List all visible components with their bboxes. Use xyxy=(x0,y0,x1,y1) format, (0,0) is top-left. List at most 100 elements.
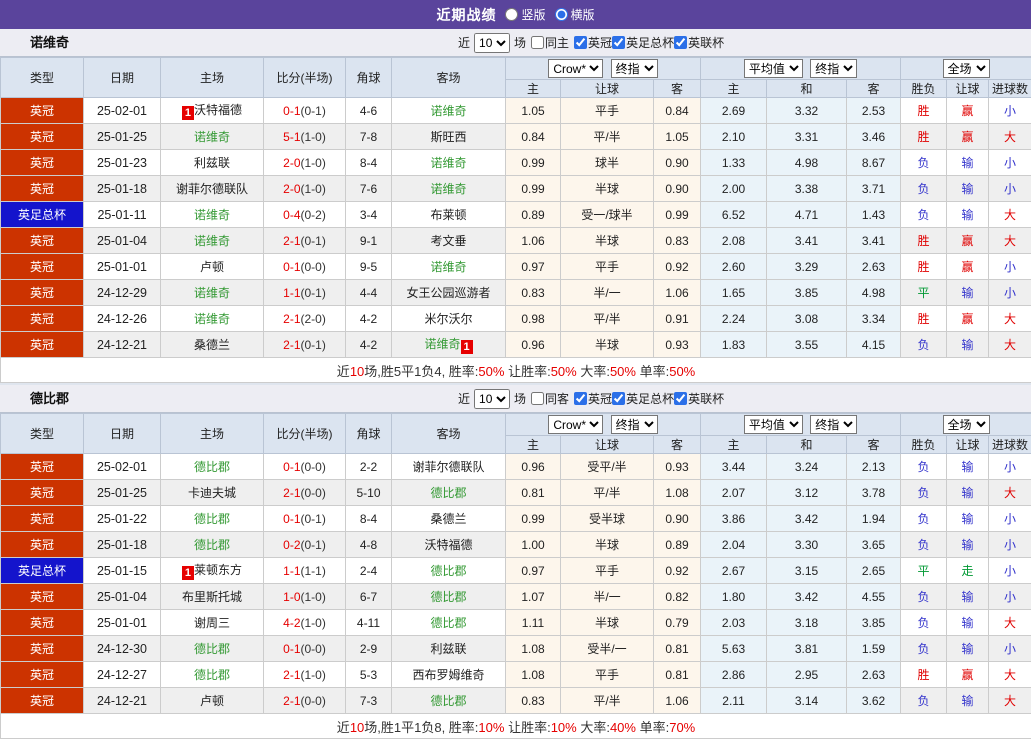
match-score: 0-1(0-0) xyxy=(264,254,346,280)
league-filter-2[interactable]: 英足总杯 xyxy=(612,390,674,407)
col-header-corner: 角球 xyxy=(346,58,392,98)
league-checkbox[interactable] xyxy=(574,392,587,405)
result-outcome: 负 xyxy=(901,332,947,358)
odds-home: 0.96 xyxy=(506,332,561,358)
league-filter-2[interactable]: 英足总杯 xyxy=(612,34,674,51)
avg-away: 2.65 xyxy=(847,558,901,584)
recent-count-select[interactable]: 10 xyxy=(474,389,510,409)
team-results-section: 德比郡 近 10 场 同客 英冠英足总杯英联杯 类型 xyxy=(0,385,1031,739)
match-type-badge: 英冠 xyxy=(1,506,84,532)
summary-text: 让胜率: xyxy=(504,364,550,379)
match-row: 英冠24-12-21卢顿2-1(0-0)7-3德比郡0.83平/半1.062.1… xyxy=(1,688,1031,714)
match-row: 英冠25-02-01德比郡0-1(0-0)2-2谢菲尔德联队0.96受平/半0.… xyxy=(1,454,1031,480)
corner-score: 4-6 xyxy=(346,98,392,124)
horizontal-layout-radio[interactable] xyxy=(555,8,568,21)
odds-stage-select[interactable]: 终指 xyxy=(611,59,658,78)
recent-count-select[interactable]: 10 xyxy=(474,33,510,53)
match-row: 英冠24-12-26诺维奇2-1(2-0)4-2米尔沃尔0.98平/半0.912… xyxy=(1,306,1031,332)
league-filter-1[interactable]: 英冠 xyxy=(574,390,612,407)
col-header-type: 类型 xyxy=(1,414,84,454)
league-checkbox[interactable] xyxy=(612,36,625,49)
result-goals: 小 xyxy=(989,98,1031,124)
league-checkbox[interactable] xyxy=(674,392,687,405)
sub-header: 主 xyxy=(701,80,767,98)
filter-controls: 近 10 场 同客 英冠英足总杯英联杯 xyxy=(455,385,724,412)
avg-draw: 4.71 xyxy=(767,202,847,228)
home-team: 诺维奇 xyxy=(161,280,264,306)
odds-away: 0.83 xyxy=(654,228,701,254)
layout-option-horizontal[interactable]: 横版 xyxy=(555,6,595,23)
odds-stage-select[interactable]: 终指 xyxy=(611,415,658,434)
home-team-name: 德比郡 xyxy=(194,668,230,682)
sub-header: 让球 xyxy=(947,80,989,98)
league-checkbox[interactable] xyxy=(612,392,625,405)
match-type-badge: 英冠 xyxy=(1,636,84,662)
vertical-layout-radio[interactable] xyxy=(505,8,518,21)
odds-away: 0.92 xyxy=(654,254,701,280)
team-bar: 德比郡 近 10 场 同客 英冠英足总杯英联杯 xyxy=(0,385,1031,413)
fulltime-score: 5-1 xyxy=(283,130,300,144)
odds-away: 0.79 xyxy=(654,610,701,636)
same-side-checkbox[interactable] xyxy=(531,36,544,49)
league-checkbox[interactable] xyxy=(674,36,687,49)
away-team: 利兹联 xyxy=(392,636,506,662)
results-table: 类型 日期 主场 比分(半场) 角球 客场 Crow* 终指 平均值 终指 xyxy=(0,413,1031,739)
league-filter-3[interactable]: 英联杯 xyxy=(674,34,724,51)
avg-draw: 3.38 xyxy=(767,176,847,202)
home-team: 诺维奇 xyxy=(161,202,264,228)
home-team: 诺维奇 xyxy=(161,124,264,150)
col-header-home: 主场 xyxy=(161,414,264,454)
odds-home: 0.99 xyxy=(506,176,561,202)
odds-home: 0.99 xyxy=(506,506,561,532)
layout-option-vertical[interactable]: 竖版 xyxy=(505,6,545,23)
odds-handicap: 平/半 xyxy=(561,688,654,714)
avg-stage-select[interactable]: 终指 xyxy=(810,415,857,434)
match-date: 25-01-01 xyxy=(84,610,161,636)
recent-label: 近 xyxy=(458,34,470,51)
halftime-score: (0-0) xyxy=(301,486,326,500)
match-score: 2-1(2-0) xyxy=(264,306,346,332)
odds-away: 1.08 xyxy=(654,480,701,506)
result-handicap: 赢 xyxy=(947,98,989,124)
scope-select[interactable]: 全场 xyxy=(943,59,990,78)
avg-draw: 2.95 xyxy=(767,662,847,688)
home-team-name: 卡迪夫城 xyxy=(188,486,236,500)
fulltime-score: 2-1 xyxy=(283,486,300,500)
scope-select[interactable]: 全场 xyxy=(943,415,990,434)
avg-stage-select[interactable]: 终指 xyxy=(810,59,857,78)
same-side-filter[interactable]: 同客 xyxy=(531,390,569,407)
avg-source-select[interactable]: 平均值 xyxy=(744,415,803,434)
home-team-name: 沃特福德 xyxy=(194,103,242,117)
summary-value: 50% xyxy=(610,364,636,379)
same-side-checkbox[interactable] xyxy=(531,392,544,405)
results-table: 类型 日期 主场 比分(半场) 角球 客场 Crow* 终指 平均值 终指 xyxy=(0,57,1031,383)
match-date: 25-01-15 xyxy=(84,558,161,584)
match-score: 5-1(1-0) xyxy=(264,124,346,150)
odds-home: 0.81 xyxy=(506,480,561,506)
red-card-badge: 1 xyxy=(182,106,194,120)
league-filter-3[interactable]: 英联杯 xyxy=(674,390,724,407)
avg-away: 2.63 xyxy=(847,662,901,688)
odds-home: 1.00 xyxy=(506,532,561,558)
result-goals: 小 xyxy=(989,506,1031,532)
result-handicap: 输 xyxy=(947,202,989,228)
odds-home: 0.84 xyxy=(506,124,561,150)
same-side-filter[interactable]: 同主 xyxy=(531,34,569,51)
league-checkbox[interactable] xyxy=(574,36,587,49)
fulltime-score: 2-1 xyxy=(283,234,300,248)
avg-source-select[interactable]: 平均值 xyxy=(744,59,803,78)
match-date: 25-02-01 xyxy=(84,454,161,480)
league-filter-1[interactable]: 英冠 xyxy=(574,34,612,51)
red-card-badge: 1 xyxy=(461,340,473,354)
team-results-section: 诺维奇 近 10 场 同主 英冠英足总杯英联杯 类型 xyxy=(0,29,1031,383)
match-row: 英冠25-01-04诺维奇2-1(0-1)9-1考文垂1.06半球0.832.0… xyxy=(1,228,1031,254)
odds-source-select[interactable]: Crow* xyxy=(548,415,603,434)
match-type-badge: 英冠 xyxy=(1,176,84,202)
avg-home: 3.86 xyxy=(701,506,767,532)
away-team: 诺维奇1 xyxy=(392,332,506,358)
home-team-name: 德比郡 xyxy=(194,460,230,474)
match-date: 24-12-26 xyxy=(84,306,161,332)
odds-source-select[interactable]: Crow* xyxy=(548,59,603,78)
result-outcome: 负 xyxy=(901,202,947,228)
sub-header: 进球数 xyxy=(989,436,1031,454)
